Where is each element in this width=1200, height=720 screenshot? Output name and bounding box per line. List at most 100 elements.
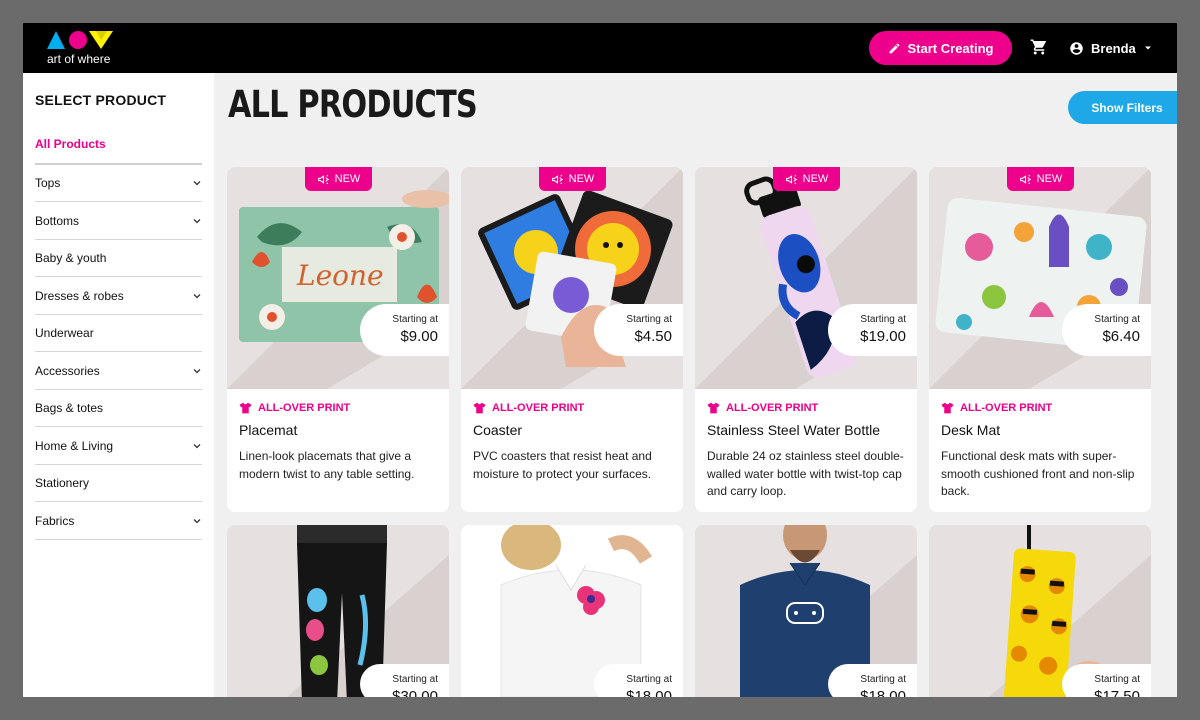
- price-tag: Starting at $4.50: [594, 304, 683, 356]
- sidebar-item-all-products[interactable]: All Products: [35, 137, 106, 151]
- sidebar-item-baby-youth[interactable]: Baby & youth: [35, 240, 202, 277]
- product-name[interactable]: Placemat: [239, 422, 297, 438]
- product-card[interactable]: Starting at $18.00: [695, 525, 917, 697]
- sidebar-item-label: Stationery: [35, 476, 90, 490]
- badge-label: NEW: [802, 173, 829, 185]
- product-name[interactable]: Coaster: [473, 422, 522, 438]
- sidebar-item-home-living[interactable]: Home & Living: [35, 428, 202, 465]
- sidebar-item-fabrics[interactable]: Fabrics: [35, 503, 202, 540]
- megaphone-icon: [1019, 174, 1031, 184]
- sidebar-item-accessories[interactable]: Accessories: [35, 353, 202, 390]
- shirt-icon: [239, 402, 252, 414]
- price-tag: Starting at $19.00: [828, 304, 917, 356]
- price-label: Starting at: [1094, 674, 1140, 685]
- product-card[interactable]: Starting at $30.00: [227, 525, 449, 697]
- logo[interactable]: art of where: [47, 31, 127, 67]
- price-label: Starting at: [392, 314, 438, 325]
- price-tag: Starting at $18.00: [594, 664, 683, 697]
- sidebar-item-stationery[interactable]: Stationery: [35, 465, 202, 502]
- megaphone-icon: [317, 174, 329, 184]
- price-label: Starting at: [392, 674, 438, 685]
- price-value: $17.50: [1094, 688, 1140, 697]
- price-value: $4.50: [634, 328, 672, 345]
- sidebar-item-label: Underwear: [35, 326, 94, 340]
- product-card[interactable]: NEW Starting at $4.50 ALL-OVER PRINT Coa…: [461, 167, 683, 512]
- chevron-down-icon: [193, 293, 201, 298]
- megaphone-icon: [785, 174, 797, 184]
- chevron-down-icon: [193, 443, 201, 448]
- category-tag: ALL-OVER PRINT: [941, 402, 1052, 414]
- start-creating-button[interactable]: Start Creating: [869, 31, 1012, 65]
- logo-mark-icon: [47, 31, 113, 49]
- price-value: $6.40: [1102, 328, 1140, 345]
- sidebar-item-label: Home & Living: [35, 438, 114, 453]
- sidebar-title: SELECT PRODUCT: [35, 92, 167, 108]
- shirt-icon: [473, 402, 486, 414]
- price-tag: Starting at $30.00: [360, 664, 449, 697]
- new-badge: NEW: [773, 167, 840, 191]
- category-tag: ALL-OVER PRINT: [239, 402, 350, 414]
- product-card[interactable]: Starting at $17.50: [929, 525, 1151, 697]
- user-name: Brenda: [1091, 40, 1136, 56]
- megaphone-icon: [551, 174, 563, 184]
- category-label: ALL-OVER PRINT: [960, 402, 1053, 414]
- price-label: Starting at: [626, 314, 672, 325]
- sidebar-item-bottoms[interactable]: Bottoms: [35, 203, 202, 240]
- logo-text: art of where: [47, 52, 111, 66]
- product-card[interactable]: NEW Starting at $6.40 ALL-OVER PRINT Des…: [929, 167, 1151, 512]
- account-circle-icon: [1070, 41, 1083, 55]
- new-badge: NEW: [305, 167, 372, 191]
- cart-icon[interactable]: [1030, 38, 1048, 56]
- category-tag: ALL-OVER PRINT: [707, 402, 818, 414]
- sidebar-item-label: Baby & youth: [35, 251, 107, 265]
- page-title: ALL PRODUCTS: [228, 83, 478, 126]
- price-label: Starting at: [626, 674, 672, 685]
- price-value: $9.00: [400, 328, 438, 345]
- sidebar-item-tops[interactable]: Tops: [35, 165, 202, 202]
- pencil-icon: [889, 43, 899, 53]
- price-tag: Starting at $6.40: [1062, 304, 1151, 356]
- product-card[interactable]: Starting at $18.00: [461, 525, 683, 697]
- product-description: Linen-look placemats that give a modern …: [239, 449, 415, 481]
- caret-down-icon: [1144, 46, 1151, 50]
- sidebar-item-underwear[interactable]: Underwear: [35, 315, 202, 352]
- new-badge: NEW: [1007, 167, 1074, 191]
- category-label: ALL-OVER PRINT: [726, 402, 819, 414]
- product-description: PVC coasters that resist heat and moistu…: [473, 449, 652, 481]
- sidebar-item-label: Tops: [35, 176, 61, 190]
- svg-text:Leone: Leone: [296, 259, 384, 292]
- product-description: Durable 24 oz stainless steel double-wal…: [707, 449, 904, 498]
- price-tag: Starting at $18.00: [828, 664, 917, 697]
- price-tag: Starting at $17.50: [1062, 664, 1151, 697]
- price-value: $18.00: [626, 688, 672, 697]
- badge-label: NEW: [334, 173, 361, 185]
- start-creating-label: Start Creating: [907, 40, 994, 56]
- category-label: ALL-OVER PRINT: [258, 402, 351, 414]
- chevron-down-icon: [193, 218, 201, 223]
- shirt-icon: [941, 402, 954, 414]
- shirt-icon: [707, 402, 720, 414]
- show-filters-button[interactable]: Show Filters: [1068, 91, 1177, 124]
- badge-label: NEW: [568, 173, 595, 185]
- app-window: art of where Start Creating Brenda SELEC…: [23, 23, 1177, 697]
- product-card[interactable]: Leone NEW Starting at $9.00 ALL-OVER PRI…: [227, 167, 449, 512]
- sidebar-item-dresses-robes[interactable]: Dresses & robes: [35, 278, 202, 315]
- sidebar-item-label: Dresses & robes: [35, 288, 124, 303]
- price-label: Starting at: [860, 314, 906, 325]
- price-label: Starting at: [860, 674, 906, 685]
- sidebar-item-label: Bags & totes: [35, 401, 104, 415]
- sidebar-item-label: Bottoms: [35, 213, 80, 228]
- product-card[interactable]: NEW Starting at $19.00 ALL-OVER PRINT St…: [695, 167, 917, 512]
- category-tag: ALL-OVER PRINT: [473, 402, 584, 414]
- product-name[interactable]: Stainless Steel Water Bottle: [707, 422, 880, 438]
- chevron-down-icon: [193, 518, 201, 523]
- product-name[interactable]: Desk Mat: [941, 422, 1000, 438]
- product-description: Functional desk mats with super-smooth c…: [941, 449, 1135, 498]
- badge-label: NEW: [1036, 173, 1063, 185]
- sidebar-item-bags-totes[interactable]: Bags & totes: [35, 390, 202, 427]
- top-bar: art of where Start Creating Brenda: [23, 23, 1177, 73]
- price-tag: Starting at $9.00: [360, 304, 449, 356]
- sidebar-item-label: Fabrics: [35, 513, 75, 528]
- user-menu[interactable]: Brenda: [1069, 37, 1153, 59]
- sidebar-item-label: Accessories: [35, 363, 100, 378]
